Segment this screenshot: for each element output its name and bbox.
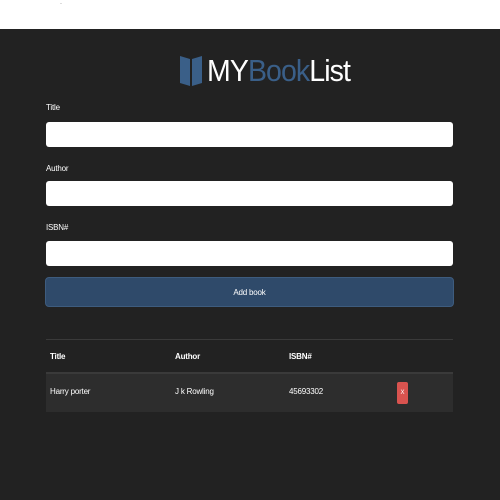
brand-title: MYBookList: [207, 52, 351, 88]
isbn-input[interactable]: [46, 241, 453, 266]
column-header-author: Author: [175, 352, 201, 361]
table-row: [46, 374, 453, 412]
column-header-isbn: ISBN#: [289, 352, 312, 361]
delete-book-button[interactable]: X: [397, 382, 408, 404]
top-mark: ·: [60, 1, 62, 7]
add-book-button[interactable]: Add book: [45, 277, 454, 307]
column-header-title: Title: [50, 352, 66, 361]
table-top-border: [46, 339, 453, 340]
brand-my: MY: [207, 52, 249, 88]
cell-author: J k Rowling: [175, 387, 214, 396]
title-label: Title: [46, 103, 60, 112]
title-input[interactable]: [46, 122, 453, 147]
brand-book: Book: [247, 52, 310, 88]
cell-title: Harry porter: [50, 387, 91, 396]
brand-logo: MYBookList: [179, 51, 362, 89]
cell-isbn: 45693302: [289, 387, 323, 396]
book-icon: [180, 56, 202, 86]
author-label: Author: [46, 164, 69, 173]
author-input[interactable]: [46, 181, 453, 206]
isbn-label: ISBN#: [46, 223, 69, 232]
brand-list: List: [309, 52, 351, 88]
browser-top-area: ·: [0, 0, 500, 29]
